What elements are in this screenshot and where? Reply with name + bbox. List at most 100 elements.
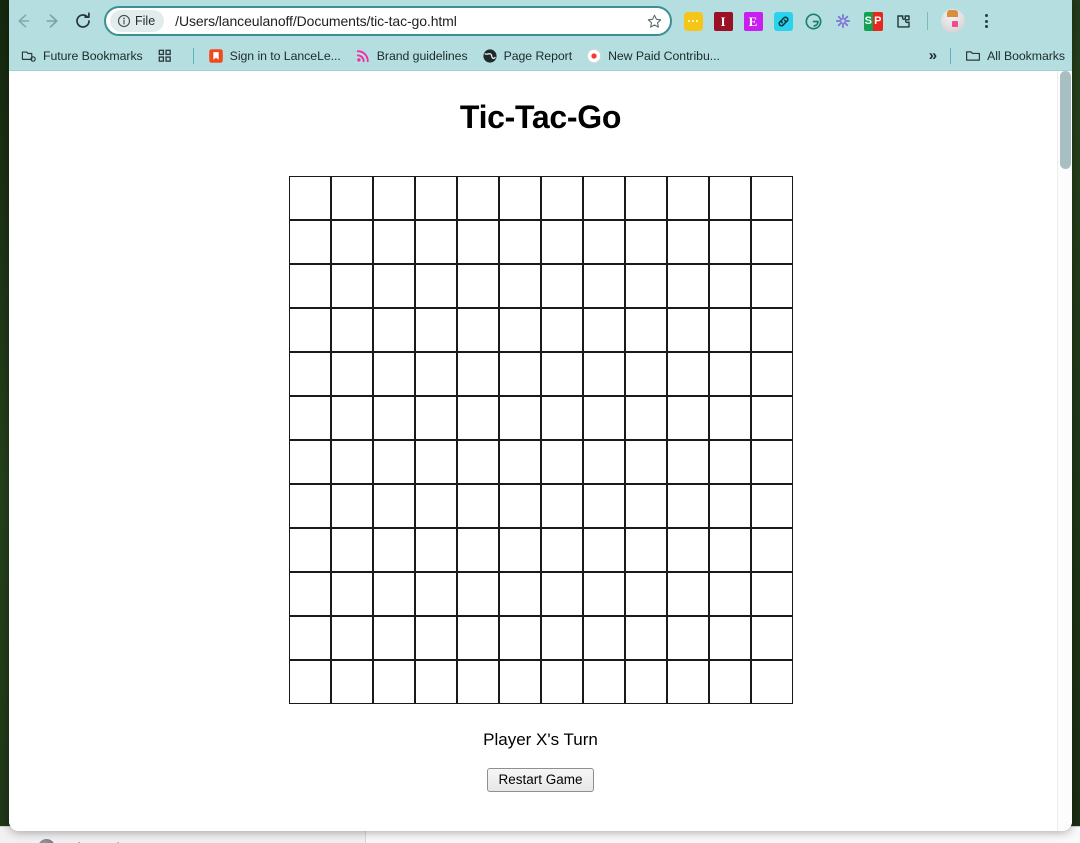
board-cell[interactable] — [456, 659, 499, 704]
board-cell[interactable] — [666, 527, 709, 572]
board-cell[interactable] — [708, 615, 751, 660]
board-cell[interactable] — [456, 439, 499, 484]
board-cell[interactable] — [288, 219, 331, 264]
board-cell[interactable] — [414, 527, 457, 572]
board-cell[interactable] — [372, 351, 415, 396]
board-cell[interactable] — [750, 659, 793, 704]
board-cell[interactable] — [372, 395, 415, 440]
board-cell[interactable] — [708, 307, 751, 352]
board-cell[interactable] — [330, 307, 373, 352]
board-cell[interactable] — [666, 615, 709, 660]
board-cell[interactable] — [624, 571, 667, 616]
back-button[interactable] — [9, 6, 38, 36]
all-bookmarks-button[interactable]: All Bookmarks — [958, 45, 1072, 67]
board-cell[interactable] — [372, 615, 415, 660]
board-cell[interactable] — [540, 659, 583, 704]
board-cell[interactable] — [666, 395, 709, 440]
ext-link-icon[interactable] — [772, 10, 794, 32]
board-cell[interactable] — [582, 395, 625, 440]
board-cell[interactable] — [456, 571, 499, 616]
board-cell[interactable] — [708, 395, 751, 440]
board-cell[interactable] — [708, 219, 751, 264]
board-cell[interactable] — [666, 483, 709, 528]
board-cell[interactable] — [750, 439, 793, 484]
page-scrollbar[interactable] — [1057, 71, 1072, 831]
board-cell[interactable] — [750, 307, 793, 352]
board-cell[interactable] — [288, 351, 331, 396]
bookmark-item-apps-grid[interactable] — [150, 45, 186, 67]
board-cell[interactable] — [750, 571, 793, 616]
board-cell[interactable] — [582, 527, 625, 572]
board-cell[interactable] — [666, 175, 709, 220]
three-dot-menu-icon[interactable] — [973, 8, 999, 34]
board-cell[interactable] — [414, 219, 457, 264]
board-cell[interactable] — [288, 571, 331, 616]
board-cell[interactable] — [708, 659, 751, 704]
board-cell[interactable] — [414, 571, 457, 616]
board-cell[interactable] — [624, 175, 667, 220]
board-cell[interactable] — [582, 175, 625, 220]
board-cell[interactable] — [666, 307, 709, 352]
board-cell[interactable] — [288, 483, 331, 528]
board-cell[interactable] — [372, 527, 415, 572]
board-cell[interactable] — [372, 175, 415, 220]
board-cell[interactable] — [666, 351, 709, 396]
board-cell[interactable] — [330, 439, 373, 484]
board-cell[interactable] — [330, 263, 373, 308]
board-cell[interactable] — [582, 483, 625, 528]
board-cell[interactable] — [456, 527, 499, 572]
board-cell[interactable] — [330, 395, 373, 440]
board-cell[interactable] — [456, 395, 499, 440]
board-cell[interactable] — [540, 571, 583, 616]
board-cell[interactable] — [582, 219, 625, 264]
board-cell[interactable] — [498, 527, 541, 572]
board-cell[interactable] — [750, 615, 793, 660]
board-cell[interactable] — [540, 615, 583, 660]
board-cell[interactable] — [750, 351, 793, 396]
board-cell[interactable] — [498, 615, 541, 660]
address-bar[interactable]: File /Users/lanceulanoff/Documents/tic-t… — [104, 6, 672, 36]
board-cell[interactable] — [288, 263, 331, 308]
board-cell[interactable] — [498, 439, 541, 484]
extensions-puzzle-icon[interactable] — [892, 10, 914, 32]
board-cell[interactable] — [372, 263, 415, 308]
board-cell[interactable] — [372, 659, 415, 704]
board-cell[interactable] — [498, 307, 541, 352]
scrollbar-thumb[interactable] — [1060, 71, 1071, 169]
board-cell[interactable] — [540, 527, 583, 572]
bookmark-item-future-bookmarks[interactable]: Future Bookmarks — [14, 45, 150, 67]
board-cell[interactable] — [666, 659, 709, 704]
restart-game-button[interactable]: Restart Game — [487, 767, 594, 792]
board-cell[interactable] — [750, 263, 793, 308]
ext-dots-icon[interactable] — [682, 10, 704, 32]
board-cell[interactable] — [540, 219, 583, 264]
ext-i-icon[interactable]: I — [712, 10, 734, 32]
board-cell[interactable] — [624, 483, 667, 528]
board-cell[interactable] — [666, 571, 709, 616]
board-cell[interactable] — [288, 307, 331, 352]
board-cell[interactable] — [582, 439, 625, 484]
board-cell[interactable] — [456, 219, 499, 264]
ext-grammarly-icon[interactable] — [802, 10, 824, 32]
board-cell[interactable] — [624, 395, 667, 440]
board-cell[interactable] — [750, 527, 793, 572]
board-cell[interactable] — [456, 263, 499, 308]
board-cell[interactable] — [624, 659, 667, 704]
board-cell[interactable] — [498, 263, 541, 308]
board-cell[interactable] — [498, 351, 541, 396]
bookmark-item-brand-guidelines[interactable]: Brand guidelines — [348, 45, 475, 67]
board-cell[interactable] — [540, 439, 583, 484]
board-cell[interactable] — [456, 307, 499, 352]
board-cell[interactable] — [708, 175, 751, 220]
board-cell[interactable] — [582, 615, 625, 660]
board-cell[interactable] — [540, 483, 583, 528]
board-cell[interactable] — [666, 439, 709, 484]
board-cell[interactable] — [372, 307, 415, 352]
board-cell[interactable] — [498, 659, 541, 704]
board-cell[interactable] — [330, 615, 373, 660]
board-cell[interactable] — [414, 483, 457, 528]
board-cell[interactable] — [750, 175, 793, 220]
board-cell[interactable] — [624, 615, 667, 660]
board-cell[interactable] — [582, 263, 625, 308]
bookmark-item-sign-in-lancele[interactable]: Sign in to LanceLe... — [201, 45, 348, 67]
